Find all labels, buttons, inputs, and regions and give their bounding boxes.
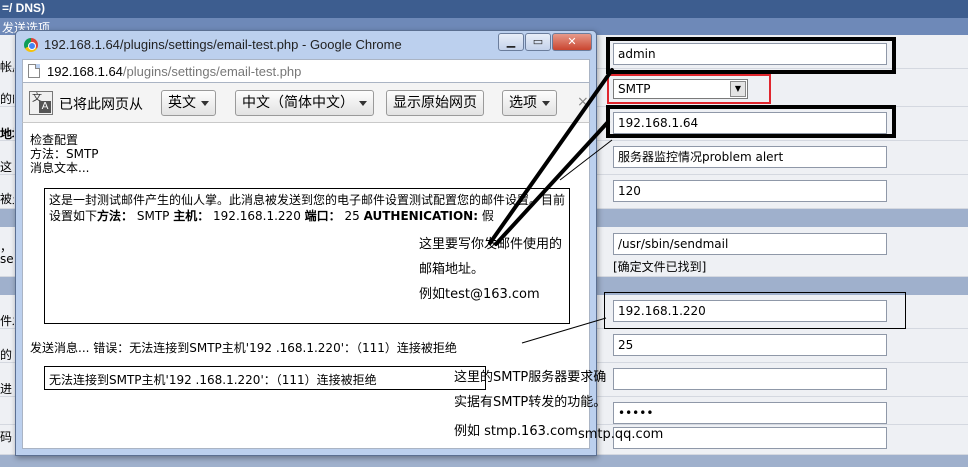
- subject-input[interactable]: 服务器监控情况problem alert: [613, 146, 887, 168]
- target-language-label: 中文（简体中文）: [242, 95, 354, 111]
- window-titlebar[interactable]: 192.168.1.64/plugins/settings/email-test…: [16, 31, 596, 59]
- host-value: 192.168.1.220: [209, 209, 305, 223]
- close-button[interactable]: ✕: [552, 33, 592, 51]
- label-clipped: 帐户: [0, 60, 14, 74]
- message-text-label: 消息文本...: [30, 161, 90, 175]
- annotation-1-line-2: 邮箱地址。: [419, 262, 485, 277]
- smtp-port-input[interactable]: 25: [613, 334, 887, 356]
- interval-input[interactable]: 120: [613, 180, 887, 202]
- smtp-user-input[interactable]: [613, 368, 887, 390]
- check-config-text: 检查配置: [30, 133, 79, 147]
- port-key: 端口：: [304, 209, 341, 223]
- auth-key: AUTHENICATION:: [363, 209, 479, 223]
- label-clipped: 这: [0, 160, 13, 174]
- highlight-account: [606, 37, 896, 74]
- method-text: 方法：SMTP: [30, 147, 99, 161]
- restore-button[interactable]: ▭: [525, 33, 551, 51]
- smtp-password-input[interactable]: •••••: [613, 402, 887, 424]
- label-clipped: 进: [0, 382, 13, 396]
- label-clipped: 件发: [0, 314, 14, 328]
- url-host: 192.168.1.64: [47, 64, 123, 79]
- label-clipped: se: [0, 252, 14, 266]
- translate-close-icon[interactable]: ×: [577, 94, 589, 110]
- highlight-smtp-host: [604, 292, 906, 329]
- target-language-button[interactable]: 中文（简体中文）: [235, 90, 374, 116]
- address-text: 192.168.1.64/plugins/settings/email-test…: [47, 64, 301, 79]
- message-line-2: 设置如下方法： SMTP 主机： 192.168.1.220 端口： 25 AU…: [49, 208, 569, 224]
- label-clipped: 地址: [0, 127, 14, 141]
- translate-message: 已将此网页从: [59, 97, 143, 113]
- footer-bar: [0, 455, 968, 467]
- message-body: 这是一封测试邮件产生的仙人掌。此消息被发送到您的电子邮件设置测试配置您的邮件设置…: [49, 192, 569, 224]
- sending-error-text: 发送消息... 错误：无法连接到SMTP主机'192 .168.1.220'：（…: [30, 341, 457, 355]
- show-original-button[interactable]: 显示原始网页: [386, 90, 484, 116]
- address-bar[interactable]: 192.168.1.64/plugins/settings/email-test…: [22, 59, 590, 83]
- error-box: 无法连接到SMTP主机'192 .168.1.220'：（111）连接被拒绝: [44, 366, 486, 390]
- chrome-logo-icon: [24, 38, 38, 52]
- caret-down-icon: [359, 100, 367, 106]
- caret-down-icon: [201, 100, 209, 106]
- host-key: 主机：: [173, 209, 210, 223]
- translate-icon: 文A: [29, 91, 53, 115]
- options-button[interactable]: 选项: [502, 90, 557, 116]
- sendmail-path-input[interactable]: /usr/sbin/sendmail: [613, 233, 887, 255]
- minimize-button[interactable]: ▁: [498, 33, 524, 51]
- method-key: 方法：: [97, 209, 134, 223]
- translate-bar: 文A 已将此网页从 英文 中文（简体中文） 显示原始网页 选项 ×: [22, 83, 590, 123]
- label-clipped: 码: [0, 430, 13, 444]
- annotation-2-line-2: 实据有SMTP转发的功能。: [454, 395, 607, 410]
- highlight-method: [607, 74, 771, 104]
- annotation-2-line-4: smtp.qq.com: [578, 427, 664, 442]
- message-box: 这是一封测试邮件产生的仙人掌。此消息被发送到您的电子邮件设置测试配置您的邮件设置…: [44, 188, 570, 324]
- method-value: SMTP: [133, 209, 174, 223]
- caret-down-icon: [542, 100, 550, 106]
- annotation-2-line-3: 例如 stmp.163.com: [454, 424, 578, 439]
- page-header-title: =/ DNS): [2, 1, 46, 15]
- annotation-2-line-1: 这里的SMTP服务器要求确: [454, 370, 607, 385]
- auth-value: 假: [478, 209, 494, 223]
- options-label: 选项: [509, 95, 537, 111]
- page-icon: [28, 64, 40, 78]
- sendmail-status-note: [确定文件已找到]: [613, 260, 707, 274]
- url-path: /plugins/settings/email-test.php: [122, 64, 302, 79]
- settings-prefix: 设置如下: [49, 209, 98, 223]
- window-title: 192.168.1.64/plugins/settings/email-test…: [44, 37, 402, 52]
- error-message: 无法连接到SMTP主机'192 .168.1.220'：（111）连接被拒绝: [49, 373, 377, 387]
- label-clipped: 的邮: [0, 92, 14, 106]
- source-language-button[interactable]: 英文: [161, 90, 216, 116]
- port-value: 25: [340, 209, 364, 223]
- annotation-1-line-1: 这里要写你发邮件使用的: [419, 237, 563, 252]
- page-header: =/ DNS): [0, 0, 968, 18]
- label-clipped: 的: [0, 348, 13, 362]
- highlight-host: [606, 105, 896, 138]
- label-clipped: 被允: [0, 192, 14, 206]
- message-line-1: 这是一封测试邮件产生的仙人掌。此消息被发送到您的电子邮件设置测试配置您的邮件设置…: [49, 193, 566, 207]
- source-language-label: 英文: [168, 95, 196, 111]
- annotation-1-line-3: 例如test@163.com: [419, 287, 540, 302]
